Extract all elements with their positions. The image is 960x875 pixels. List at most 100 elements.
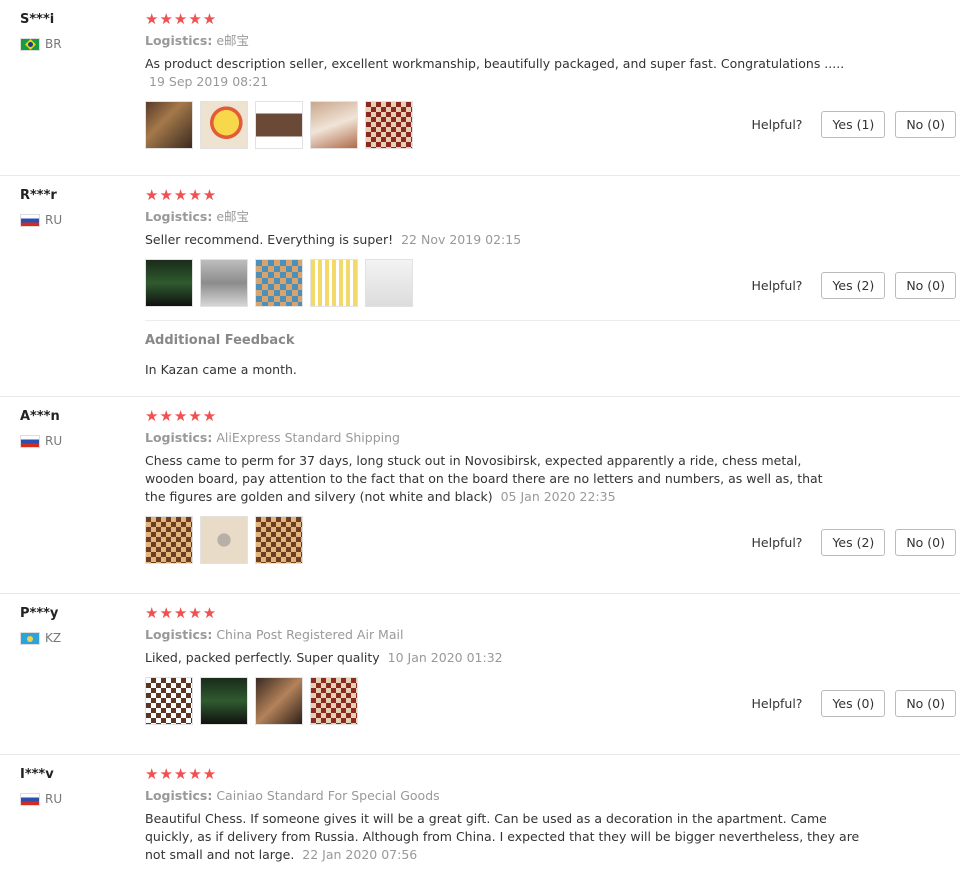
reviewer-country: BR xyxy=(20,37,130,51)
helpful-vote: Helpful? Yes (0) No (0) xyxy=(752,690,956,717)
reviewer-country: KZ xyxy=(20,631,130,645)
logistics-info: Logistics: AliExpress Standard Shipping xyxy=(145,430,840,446)
review-photo-thumbnail[interactable] xyxy=(310,101,358,149)
logistics-value: Cainiao Standard For Special Goods xyxy=(216,788,440,803)
reviewer-name: I***v xyxy=(20,767,54,782)
russia-flag-icon xyxy=(20,792,40,806)
review-date: 22 Jan 2020 07:56 xyxy=(302,847,418,862)
helpful-no-button[interactable]: No (0) xyxy=(895,690,956,717)
review-text: As product description seller, excellent… xyxy=(145,55,860,91)
review-item: I***v RU ★★★★★ Logistics: Cainiao Standa… xyxy=(0,755,960,875)
helpful-no-button[interactable]: No (0) xyxy=(895,272,956,299)
helpful-no-button[interactable]: No (0) xyxy=(895,111,956,138)
reviewer-country: RU xyxy=(20,434,130,448)
star-rating: ★★★★★ xyxy=(145,186,218,204)
review-photo-thumbnail[interactable] xyxy=(145,259,193,307)
additional-feedback-title: Additional Feedback xyxy=(145,333,295,348)
review-photo-thumbnail[interactable] xyxy=(365,259,413,307)
star-rating: ★★★★★ xyxy=(145,604,218,622)
logistics-value: China Post Registered Air Mail xyxy=(216,627,404,642)
star-rating: ★★★★★ xyxy=(145,765,218,783)
reviewer-country: RU xyxy=(20,213,130,227)
review-item: P***y KZ ★★★★★ Logistics: China Post Reg… xyxy=(0,594,960,755)
logistics-label: Logistics: xyxy=(145,627,213,642)
review-photo-thumbnail[interactable] xyxy=(200,516,248,564)
helpful-yes-button[interactable]: Yes (2) xyxy=(821,272,886,299)
reviewer-info: A***n RU xyxy=(20,409,130,448)
review-body: As product description seller, excellent… xyxy=(145,56,845,71)
review-date: 10 Jan 2020 01:32 xyxy=(387,650,503,665)
review-body: Liked, packed perfectly. Super quality xyxy=(145,650,380,665)
logistics-label: Logistics: xyxy=(145,33,213,48)
review-text: Chess came to perm for 37 days, long stu… xyxy=(145,452,840,506)
country-code: BR xyxy=(45,37,62,51)
additional-feedback-text: In Kazan came a month. xyxy=(145,362,297,377)
review-text: Beautiful Chess. If someone gives it wil… xyxy=(145,810,860,864)
country-code: KZ xyxy=(45,631,62,645)
star-rating: ★★★★★ xyxy=(145,407,218,425)
logistics-label: Logistics: xyxy=(145,788,213,803)
logistics-info: Logistics: China Post Registered Air Mai… xyxy=(145,627,860,643)
review-text: Liked, packed perfectly. Super quality 1… xyxy=(145,649,860,667)
logistics-info: Logistics: e邮宝 xyxy=(145,33,860,49)
review-date: 05 Jan 2020 22:35 xyxy=(500,489,616,504)
review-photo-thumbnail[interactable] xyxy=(145,101,193,149)
helpful-label: Helpful? xyxy=(751,696,803,711)
helpful-vote: Helpful? Yes (2) No (0) xyxy=(752,529,956,556)
reviewer-name: P***y xyxy=(20,606,59,621)
reviewer-name: A***n xyxy=(20,409,60,424)
helpful-vote: Helpful? Yes (2) No (0) xyxy=(752,272,956,299)
russia-flag-icon xyxy=(20,213,40,227)
country-code: RU xyxy=(45,434,63,448)
reviewer-info: P***y KZ xyxy=(20,606,130,645)
reviewer-info: S***i BR xyxy=(20,12,130,51)
review-photo-thumbnail[interactable] xyxy=(255,101,303,149)
review-date: 19 Sep 2019 08:21 xyxy=(149,74,269,89)
star-rating: ★★★★★ xyxy=(145,10,218,28)
helpful-yes-button[interactable]: Yes (2) xyxy=(821,529,886,556)
helpful-yes-button[interactable]: Yes (1) xyxy=(821,111,886,138)
review-item: R***r RU ★★★★★ Logistics: e邮宝 Seller rec… xyxy=(0,176,960,397)
review-photo-thumbnail[interactable] xyxy=(200,259,248,307)
reviewer-info: R***r RU xyxy=(20,188,130,227)
logistics-value: e邮宝 xyxy=(216,209,250,224)
helpful-vote: Helpful? Yes (1) No (0) xyxy=(752,111,956,138)
country-code: RU xyxy=(45,213,63,227)
review-content: ★★★★★ Logistics: Cainiao Standard For Sp… xyxy=(145,755,960,864)
review-photos xyxy=(145,516,840,564)
review-item: A***n RU ★★★★★ Logistics: AliExpress Sta… xyxy=(0,397,960,594)
logistics-info: Logistics: Cainiao Standard For Special … xyxy=(145,788,860,804)
review-photo-thumbnail[interactable] xyxy=(200,101,248,149)
helpful-yes-button[interactable]: Yes (0) xyxy=(821,690,886,717)
reviewer-name: S***i xyxy=(20,12,55,27)
review-photo-thumbnail[interactable] xyxy=(145,677,193,725)
review-body: Seller recommend. Everything is super! xyxy=(145,232,394,247)
review-body: Chess came to perm for 37 days, long stu… xyxy=(145,453,823,504)
reviewer-country: RU xyxy=(20,792,130,806)
brazil-flag-icon xyxy=(20,37,40,51)
helpful-no-button[interactable]: No (0) xyxy=(895,529,956,556)
additional-feedback: Additional Feedback In Kazan came a mont… xyxy=(145,320,960,379)
review-text: Seller recommend. Everything is super! 2… xyxy=(145,231,960,249)
reviewer-name: R***r xyxy=(20,188,57,203)
review-photo-thumbnail[interactable] xyxy=(310,259,358,307)
review-item: S***i BR ★★★★★ Logistics: e邮宝 As product… xyxy=(0,0,960,176)
review-photo-thumbnail[interactable] xyxy=(255,677,303,725)
kazakhstan-flag-icon xyxy=(20,631,40,645)
review-photo-thumbnail[interactable] xyxy=(255,259,303,307)
review-body: Beautiful Chess. If someone gives it wil… xyxy=(145,811,860,862)
logistics-label: Logistics: xyxy=(145,209,213,224)
helpful-label: Helpful? xyxy=(751,535,803,550)
russia-flag-icon xyxy=(20,434,40,448)
reviewer-info: I***v RU xyxy=(20,767,130,806)
helpful-label: Helpful? xyxy=(751,278,803,293)
review-photo-thumbnail[interactable] xyxy=(255,516,303,564)
country-code: RU xyxy=(45,792,63,806)
review-photo-thumbnail[interactable] xyxy=(145,516,193,564)
review-photo-thumbnail[interactable] xyxy=(310,677,358,725)
review-photo-thumbnail[interactable] xyxy=(365,101,413,149)
logistics-label: Logistics: xyxy=(145,430,213,445)
logistics-value: e邮宝 xyxy=(216,33,250,48)
review-photo-thumbnail[interactable] xyxy=(200,677,248,725)
review-date: 22 Nov 2019 02:15 xyxy=(401,232,522,247)
